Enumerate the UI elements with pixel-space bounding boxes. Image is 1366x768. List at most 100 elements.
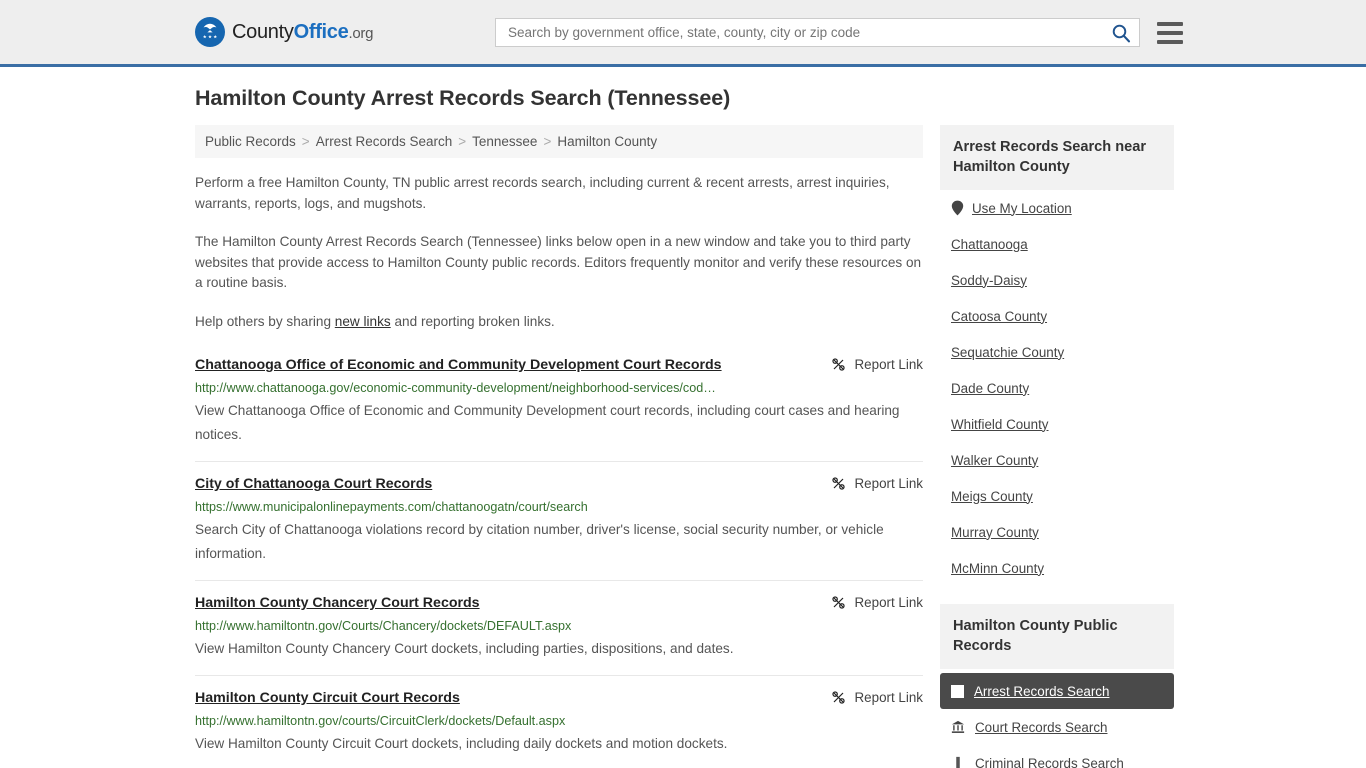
nearby-links-list: Use My Location Chattanooga Soddy-Daisy … — [940, 190, 1174, 586]
white-square-icon — [951, 684, 964, 698]
sidebar-item-mcminn-county[interactable]: McMinn County — [940, 550, 1174, 586]
sidebar-link-label[interactable]: Use My Location — [972, 201, 1072, 216]
result-title-link[interactable]: Hamilton County Chancery Court Records — [195, 594, 480, 613]
result-item: Hamilton County Circuit Court Records Re… — [195, 675, 923, 768]
report-link-button[interactable]: Report Link — [819, 476, 923, 491]
hamburger-bar — [1157, 21, 1183, 26]
sidebar-link-label[interactable]: Walker County — [951, 453, 1038, 468]
report-link-label: Report Link — [854, 690, 923, 705]
sidebar-link-label[interactable]: Dade County — [951, 381, 1029, 396]
results-list: Chattanooga Office of Economic and Commu… — [195, 350, 923, 768]
intro-paragraph-2: The Hamilton County Arrest Records Searc… — [195, 234, 922, 290]
result-description: View Hamilton County Circuit Court docke… — [195, 736, 728, 751]
content-columns: Public Records > Arrest Records Search >… — [195, 125, 1180, 768]
sidebar-link-label[interactable]: Meigs County — [951, 489, 1033, 504]
result-item: Hamilton County Chancery Court Records R… — [195, 580, 923, 675]
result-item: City of Chattanooga Court Records Report… — [195, 461, 923, 580]
result-description: Search City of Chattanooga violations re… — [195, 522, 884, 561]
breadcrumb-item-public-records[interactable]: Public Records — [205, 134, 296, 149]
public-records-heading: Hamilton County Public Records — [940, 604, 1174, 669]
report-link-label: Report Link — [854, 595, 923, 610]
report-link-button[interactable]: Report Link — [819, 595, 923, 610]
sidebar-link-label[interactable]: Whitfield County — [951, 417, 1049, 432]
result-description: View Hamilton County Chancery Court dock… — [195, 641, 734, 656]
new-links-link[interactable]: new links — [335, 314, 391, 329]
search-input[interactable] — [506, 24, 1109, 41]
breadcrumb-item-hamilton-county[interactable]: Hamilton County — [557, 134, 657, 149]
gavel-icon — [956, 756, 960, 768]
breadcrumb-separator: > — [458, 134, 467, 149]
result-header: City of Chattanooga Court Records Report… — [195, 475, 923, 494]
sidebar-link-label[interactable]: Chattanooga — [951, 237, 1028, 252]
logo-text-org: .org — [348, 24, 374, 42]
main-column: Public Records > Arrest Records Search >… — [195, 125, 923, 768]
sidebar-item-court-records-search[interactable]: Court Records Search — [940, 709, 1174, 745]
result-url: https://www.municipalonlinepayments.com/… — [195, 500, 588, 514]
sidebar-item-sequatchie-county[interactable]: Sequatchie County — [940, 334, 1174, 370]
logo-text-office: Office — [293, 20, 349, 43]
sidebar-item-soddy-daisy[interactable]: Soddy-Daisy — [940, 262, 1174, 298]
sidebar-item-chattanooga[interactable]: Chattanooga — [940, 226, 1174, 262]
breadcrumb-separator: > — [543, 134, 552, 149]
intro-p3-before: Help others by sharing — [195, 313, 335, 329]
sidebar-item-criminal-records-search[interactable]: Criminal Records Search — [940, 745, 1174, 768]
page-container: Hamilton County Arrest Records Search (T… — [0, 67, 1366, 768]
breadcrumb-item-arrest-records-search[interactable]: Arrest Records Search — [316, 134, 453, 149]
report-link-label: Report Link — [854, 476, 923, 491]
sidebar-link-label[interactable]: McMinn County — [951, 561, 1044, 576]
sidebar-link-label[interactable]: Criminal Records Search — [975, 756, 1124, 768]
intro-paragraph-3: Help others by sharing new links and rep… — [195, 312, 923, 333]
result-item: Chattanooga Office of Economic and Commu… — [195, 350, 923, 461]
site-header: CountyOffice.org — [0, 0, 1366, 67]
search-button[interactable] — [1109, 23, 1133, 43]
sidebar-link-label[interactable]: Court Records Search — [975, 720, 1107, 735]
header-search-area — [495, 18, 1183, 47]
logo-text-county: County — [232, 20, 294, 43]
result-title-link[interactable]: Hamilton County Circuit Court Records — [195, 689, 460, 708]
broken-link-icon — [831, 358, 845, 371]
result-url: http://www.chattanooga.gov/economic-comm… — [195, 381, 716, 395]
result-header: Hamilton County Chancery Court Records R… — [195, 594, 923, 613]
report-link-label: Report Link — [854, 357, 923, 372]
breadcrumb-item-tennessee[interactable]: Tennessee — [472, 134, 537, 149]
sidebar-item-arrest-records-search[interactable]: Arrest Records Search — [940, 673, 1174, 709]
result-header: Chattanooga Office of Economic and Commu… — [195, 356, 923, 375]
sidebar-item-walker-county[interactable]: Walker County — [940, 442, 1174, 478]
eagle-shield-icon — [195, 17, 225, 47]
sidebar-link-label[interactable]: Sequatchie County — [951, 345, 1064, 360]
sidebar-item-use-my-location[interactable]: Use My Location — [940, 190, 1174, 226]
sidebar-link-label[interactable]: Murray County — [951, 525, 1039, 540]
sidebar-link-label[interactable]: Arrest Records Search — [974, 684, 1109, 699]
search-box[interactable] — [495, 18, 1140, 47]
result-title-link[interactable]: Chattanooga Office of Economic and Commu… — [195, 356, 722, 375]
intro-paragraph-1: Perform a free Hamilton County, TN publi… — [195, 175, 890, 211]
sidebar-link-label[interactable]: Catoosa County — [951, 309, 1047, 324]
report-link-button[interactable]: Report Link — [819, 690, 923, 705]
sidebar-item-murray-county[interactable]: Murray County — [940, 514, 1174, 550]
site-logo[interactable]: CountyOffice.org — [195, 17, 373, 47]
broken-link-icon — [831, 691, 845, 704]
sidebar-item-meigs-county[interactable]: Meigs County — [940, 478, 1174, 514]
sidebar-item-dade-county[interactable]: Dade County — [940, 370, 1174, 406]
search-icon — [1112, 24, 1131, 42]
sidebar-link-label[interactable]: Soddy-Daisy — [951, 273, 1027, 288]
page-title: Hamilton County Arrest Records Search (T… — [195, 86, 731, 110]
hamburger-bar — [1157, 30, 1183, 35]
courthouse-icon — [951, 720, 965, 733]
result-description: View Chattanooga Office of Economic and … — [195, 403, 900, 442]
public-records-list: Arrest Records Search Court Records Sear… — [940, 673, 1174, 768]
hamburger-menu-icon[interactable] — [1157, 21, 1183, 44]
sidebar-item-whitfield-county[interactable]: Whitfield County — [940, 406, 1174, 442]
intro-section: Perform a free Hamilton County, TN publi… — [195, 173, 923, 332]
result-title-link[interactable]: City of Chattanooga Court Records — [195, 475, 432, 494]
broken-link-icon — [831, 596, 845, 609]
hamburger-bar — [1157, 39, 1183, 44]
result-url: http://www.hamiltontn.gov/Courts/Chancer… — [195, 619, 572, 633]
sidebar-item-catoosa-county[interactable]: Catoosa County — [940, 298, 1174, 334]
report-link-button[interactable]: Report Link — [819, 357, 923, 372]
breadcrumb-separator: > — [301, 134, 310, 149]
sidebar: Arrest Records Search near Hamilton Coun… — [940, 125, 1174, 768]
breadcrumb: Public Records > Arrest Records Search >… — [195, 125, 923, 158]
result-header: Hamilton County Circuit Court Records Re… — [195, 689, 923, 708]
broken-link-icon — [831, 477, 845, 490]
